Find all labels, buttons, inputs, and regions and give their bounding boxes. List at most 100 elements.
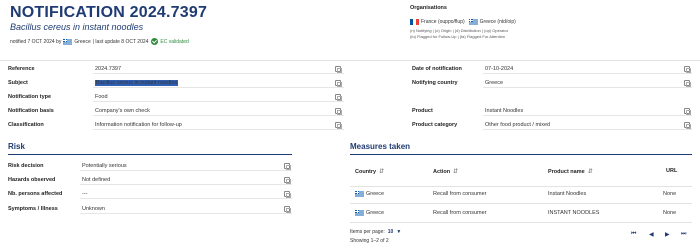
copy-icon[interactable] (284, 206, 291, 213)
field-reference: Reference 2024.7397 (8, 64, 344, 74)
sort-icon[interactable]: ⇵ (453, 168, 458, 175)
previous-page-icon[interactable]: ◀ (649, 231, 654, 238)
column-label: Action (433, 168, 451, 175)
measures-section-title: Measures taken (350, 142, 411, 151)
org-greece[interactable]: Greece (ntd/oip) (480, 19, 516, 25)
risk-symptoms: Symptoms / Illness Unknown (8, 204, 292, 214)
first-page-icon[interactable]: ⏮ (631, 231, 636, 238)
field-classification: Classification Information notification … (8, 120, 344, 130)
field-product-category: Product category Other food product / mi… (412, 120, 692, 130)
field-label: Reference (8, 66, 35, 72)
column-label: URL (666, 168, 678, 174)
cell-country: Greece (366, 210, 385, 216)
risk-section-divider (8, 154, 292, 155)
gr-flag-icon (355, 191, 364, 197)
field-underline (483, 87, 692, 88)
table-divider (350, 203, 692, 204)
field-underline (93, 129, 344, 130)
field-label: Subject (8, 80, 28, 86)
copy-icon[interactable] (284, 163, 291, 170)
field-date-of-notification: Date of notification 07-10-2024 (412, 64, 692, 74)
field-label: Hazards observed (8, 177, 56, 183)
field-underline (80, 198, 292, 199)
sort-icon[interactable]: ⇵ (588, 168, 593, 175)
last-page-icon[interactable]: ⏭ (681, 231, 686, 238)
risk-decision: Risk decision Potentially serious (8, 161, 292, 171)
risk-persons-affected: Nb. persons affected --- (8, 189, 292, 199)
field-value: Not defined (82, 177, 111, 183)
field-value: Bacillus cereus in instant noodles (95, 80, 179, 86)
table-row-2-product: INSTANT NOODLES (548, 210, 600, 216)
field-underline (483, 73, 692, 74)
organisations-list: France (ouppo/flup) Greece (ntd/oip) (410, 19, 516, 25)
table-divider (350, 186, 692, 187)
field-value: Potentially serious (82, 163, 127, 169)
items-per-page-label: Items per page: (350, 229, 385, 235)
sort-icon[interactable]: ⇵ (379, 168, 384, 175)
field-underline (483, 115, 692, 116)
field-value: Company's own check (95, 108, 150, 114)
field-label: Notifying country (412, 80, 458, 86)
field-product: Product Instant Noodles (412, 106, 692, 116)
showing-count: Showing 1–2 of 2 (350, 238, 389, 244)
field-label: Notification type (8, 94, 52, 100)
field-value: Other food product / mixed (485, 122, 551, 128)
copy-icon[interactable] (335, 94, 342, 101)
table-row-2-url: None (663, 210, 677, 216)
last-update: | last update 8 OCT 2024 (92, 38, 149, 45)
field-notification-type: Notification type Food (8, 92, 344, 102)
copy-icon[interactable] (684, 66, 691, 73)
field-value: Food (95, 94, 108, 100)
column-header-action[interactable]: Action ⇵ (433, 168, 458, 176)
field-label: Date of notification (412, 66, 462, 72)
field-notifying-country: Notifying country Greece (412, 78, 692, 88)
organisations-legend: (n) Notifying | (o) Origin | (d) Distrib… (410, 28, 516, 40)
column-header-country[interactable]: Country ⇵ (355, 168, 384, 176)
cell-country: Greece (366, 191, 385, 197)
next-page-icon[interactable]: ▶ (665, 231, 670, 238)
gr-flag-icon (355, 210, 364, 216)
notified-info: notified 7 OCT 2024 by Greece | last upd… (10, 38, 189, 45)
copy-icon[interactable] (684, 80, 691, 87)
field-underline (80, 184, 292, 185)
copy-icon[interactable] (284, 177, 291, 184)
copy-icon[interactable] (684, 108, 691, 115)
organisations-panel: Organisations France (ouppo/flup) Greece… (410, 5, 516, 40)
notified-prefix: notified 7 OCT 2024 by (10, 38, 62, 45)
field-label: Symptoms / Illness (8, 206, 58, 212)
header-divider (0, 60, 700, 61)
field-underline (93, 101, 344, 102)
table-row-1-product: Instant Noodles (548, 191, 587, 197)
field-underline (93, 73, 344, 74)
field-notification-basis: Notification basis Company's own check (8, 106, 344, 116)
copy-icon[interactable] (335, 80, 342, 87)
field-value: Instant Noodles (485, 108, 524, 114)
field-underline (93, 87, 344, 88)
caret-down-icon[interactable]: ▼ (396, 229, 401, 235)
field-value: --- (82, 191, 88, 197)
field-underline (93, 115, 344, 116)
items-per-page: Items per page: 10 ▼ (350, 229, 401, 235)
items-per-page-select[interactable]: 10 (388, 229, 394, 235)
field-label: Risk decision (8, 163, 44, 169)
copy-icon[interactable] (335, 66, 342, 73)
risk-section-title: Risk (8, 142, 25, 151)
copy-icon[interactable] (335, 108, 342, 115)
copy-icon[interactable] (335, 122, 342, 129)
notification-title: NOTIFICATION 2024.7397 (10, 4, 208, 21)
field-value: Information notification for follow-up (95, 122, 182, 128)
table-row-2-action: Recall from consumer (433, 210, 487, 216)
copy-icon[interactable] (684, 122, 691, 129)
column-header-product-name[interactable]: Product name ⇵ (548, 168, 593, 176)
field-underline (483, 129, 692, 130)
ec-validated-label: EC validated (160, 38, 189, 45)
gr-flag-icon (63, 38, 73, 45)
copy-icon[interactable] (284, 191, 291, 198)
field-value: Unknown (82, 206, 105, 212)
field-value: Greece (485, 80, 504, 86)
gr-flag-icon (468, 19, 478, 25)
org-france[interactable]: France (ouppo/flup) (421, 19, 465, 25)
measures-section-divider (350, 154, 692, 155)
field-label: Nb. persons affected (8, 191, 63, 197)
check-circle-icon (151, 38, 159, 45)
